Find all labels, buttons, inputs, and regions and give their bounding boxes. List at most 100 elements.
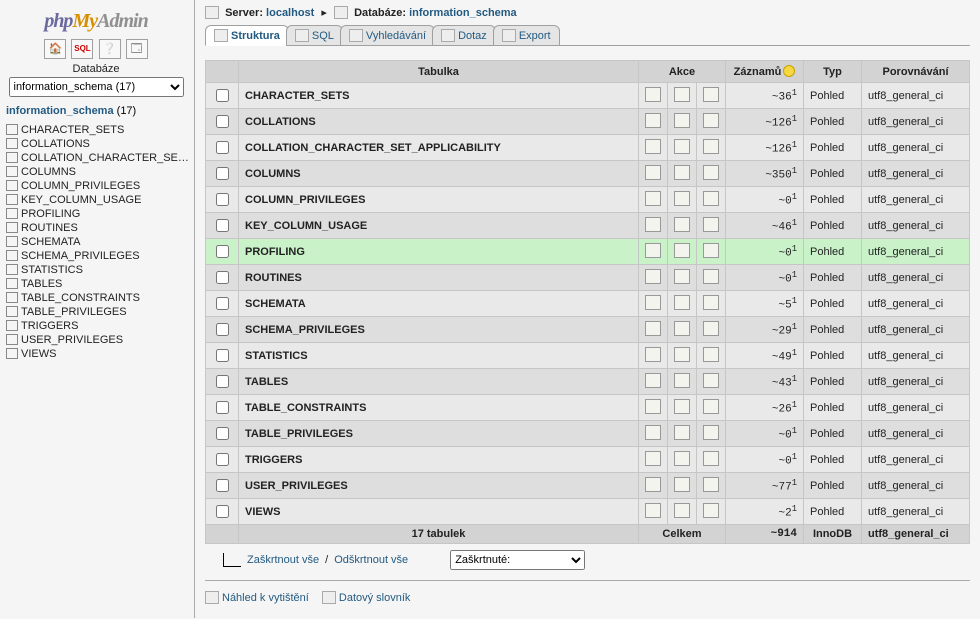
tree-item[interactable]: STATISTICS bbox=[6, 263, 190, 277]
search-row-icon[interactable] bbox=[703, 483, 719, 495]
browse-icon[interactable] bbox=[645, 197, 661, 209]
print-view-link[interactable]: Náhled k vytištění bbox=[205, 592, 312, 604]
data-dictionary-link[interactable]: Datový slovník bbox=[322, 592, 411, 604]
table-link[interactable]: USER_PRIVILEGES bbox=[245, 480, 348, 492]
table-link[interactable]: TABLE_PRIVILEGES bbox=[245, 428, 353, 440]
structure-icon[interactable] bbox=[674, 431, 690, 443]
tree-item[interactable]: CHARACTER_SETS bbox=[6, 123, 190, 137]
row-checkbox[interactable] bbox=[216, 297, 229, 310]
tab-sql[interactable]: SQL bbox=[286, 25, 343, 46]
home-icon[interactable]: 🏠 bbox=[44, 39, 66, 59]
row-checkbox[interactable] bbox=[216, 479, 229, 492]
tree-item[interactable]: SCHEMATA bbox=[6, 235, 190, 249]
search-row-icon[interactable] bbox=[703, 249, 719, 261]
check-all-link[interactable]: Zaškrtnout vše bbox=[247, 554, 319, 566]
browse-icon[interactable] bbox=[645, 405, 661, 417]
row-checkbox[interactable] bbox=[216, 401, 229, 414]
table-link[interactable]: COLUMNS bbox=[245, 168, 301, 180]
browse-icon[interactable] bbox=[645, 353, 661, 365]
structure-icon[interactable] bbox=[674, 379, 690, 391]
row-checkbox[interactable] bbox=[216, 427, 229, 440]
row-checkbox[interactable] bbox=[216, 375, 229, 388]
structure-icon[interactable] bbox=[674, 327, 690, 339]
tree-item[interactable]: TRIGGERS bbox=[6, 319, 190, 333]
browse-icon[interactable] bbox=[645, 223, 661, 235]
search-row-icon[interactable] bbox=[703, 171, 719, 183]
structure-icon[interactable] bbox=[674, 275, 690, 287]
table-link[interactable]: TABLES bbox=[245, 376, 288, 388]
tree-item[interactable]: COLUMNS bbox=[6, 165, 190, 179]
search-row-icon[interactable] bbox=[703, 431, 719, 443]
search-row-icon[interactable] bbox=[703, 327, 719, 339]
row-checkbox[interactable] bbox=[216, 115, 229, 128]
search-row-icon[interactable] bbox=[703, 275, 719, 287]
tree-item[interactable]: TABLES bbox=[6, 277, 190, 291]
structure-icon[interactable] bbox=[674, 171, 690, 183]
row-checkbox[interactable] bbox=[216, 323, 229, 336]
search-row-icon[interactable] bbox=[703, 301, 719, 313]
tree-item[interactable]: TABLE_PRIVILEGES bbox=[6, 305, 190, 319]
row-checkbox[interactable] bbox=[216, 89, 229, 102]
tree-item[interactable]: SCHEMA_PRIVILEGES bbox=[6, 249, 190, 263]
table-link[interactable]: STATISTICS bbox=[245, 350, 308, 362]
table-link[interactable]: COLLATION_CHARACTER_SET_APPLICABILITY bbox=[245, 142, 501, 154]
search-row-icon[interactable] bbox=[703, 353, 719, 365]
browse-icon[interactable] bbox=[645, 249, 661, 261]
tree-item[interactable]: PROFILING bbox=[6, 207, 190, 221]
structure-icon[interactable] bbox=[674, 197, 690, 209]
row-checkbox[interactable] bbox=[216, 271, 229, 284]
structure-icon[interactable] bbox=[674, 509, 690, 521]
table-link[interactable]: VIEWS bbox=[245, 506, 280, 518]
search-row-icon[interactable] bbox=[703, 457, 719, 469]
search-row-icon[interactable] bbox=[703, 119, 719, 131]
table-link[interactable]: COLUMN_PRIVILEGES bbox=[245, 194, 365, 206]
tree-item[interactable]: COLUMN_PRIVILEGES bbox=[6, 179, 190, 193]
tree-item[interactable]: KEY_COLUMN_USAGE bbox=[6, 193, 190, 207]
database-select[interactable]: information_schema (17) bbox=[9, 77, 184, 97]
browse-icon[interactable] bbox=[645, 301, 661, 313]
server-link[interactable]: localhost bbox=[266, 7, 314, 19]
structure-icon[interactable] bbox=[674, 301, 690, 313]
row-checkbox[interactable] bbox=[216, 167, 229, 180]
browse-icon[interactable] bbox=[645, 119, 661, 131]
row-checkbox[interactable] bbox=[216, 505, 229, 518]
search-row-icon[interactable] bbox=[703, 405, 719, 417]
with-selected-select[interactable]: Zaškrtnuté: bbox=[450, 550, 585, 570]
browse-icon[interactable] bbox=[645, 509, 661, 521]
structure-icon[interactable] bbox=[674, 223, 690, 235]
table-link[interactable]: CHARACTER_SETS bbox=[245, 90, 350, 102]
search-row-icon[interactable] bbox=[703, 509, 719, 521]
docs-icon[interactable]: ❔ bbox=[99, 39, 121, 59]
row-checkbox[interactable] bbox=[216, 193, 229, 206]
tab-struktura[interactable]: Struktura bbox=[205, 25, 289, 46]
tree-item[interactable]: ROUTINES bbox=[6, 221, 190, 235]
table-link[interactable]: SCHEMA_PRIVILEGES bbox=[245, 324, 365, 336]
sql-icon[interactable]: SQL bbox=[71, 39, 93, 59]
row-checkbox[interactable] bbox=[216, 349, 229, 362]
structure-icon[interactable] bbox=[674, 483, 690, 495]
browse-icon[interactable] bbox=[645, 93, 661, 105]
structure-icon[interactable] bbox=[674, 119, 690, 131]
table-link[interactable]: KEY_COLUMN_USAGE bbox=[245, 220, 367, 232]
tree-item[interactable]: COLLATION_CHARACTER_SET_APP bbox=[6, 151, 190, 165]
search-row-icon[interactable] bbox=[703, 145, 719, 157]
search-row-icon[interactable] bbox=[703, 223, 719, 235]
tree-item[interactable]: VIEWS bbox=[6, 347, 190, 361]
structure-icon[interactable] bbox=[674, 353, 690, 365]
search-row-icon[interactable] bbox=[703, 379, 719, 391]
table-link[interactable]: TRIGGERS bbox=[245, 454, 302, 466]
table-link[interactable]: COLLATIONS bbox=[245, 116, 316, 128]
tree-item[interactable]: COLLATIONS bbox=[6, 137, 190, 151]
tab-export[interactable]: Export bbox=[493, 25, 560, 46]
row-checkbox[interactable] bbox=[216, 245, 229, 258]
browse-icon[interactable] bbox=[645, 483, 661, 495]
search-row-icon[interactable] bbox=[703, 93, 719, 105]
structure-icon[interactable] bbox=[674, 457, 690, 469]
browse-icon[interactable] bbox=[645, 171, 661, 183]
tree-item[interactable]: TABLE_CONSTRAINTS bbox=[6, 291, 190, 305]
table-link[interactable]: TABLE_CONSTRAINTS bbox=[245, 402, 366, 414]
db-heading[interactable]: information_schema (17) bbox=[6, 105, 190, 117]
browse-icon[interactable] bbox=[645, 379, 661, 391]
tab-dotaz[interactable]: Dotaz bbox=[432, 25, 496, 46]
uncheck-all-link[interactable]: Odškrtnout vše bbox=[334, 554, 408, 566]
